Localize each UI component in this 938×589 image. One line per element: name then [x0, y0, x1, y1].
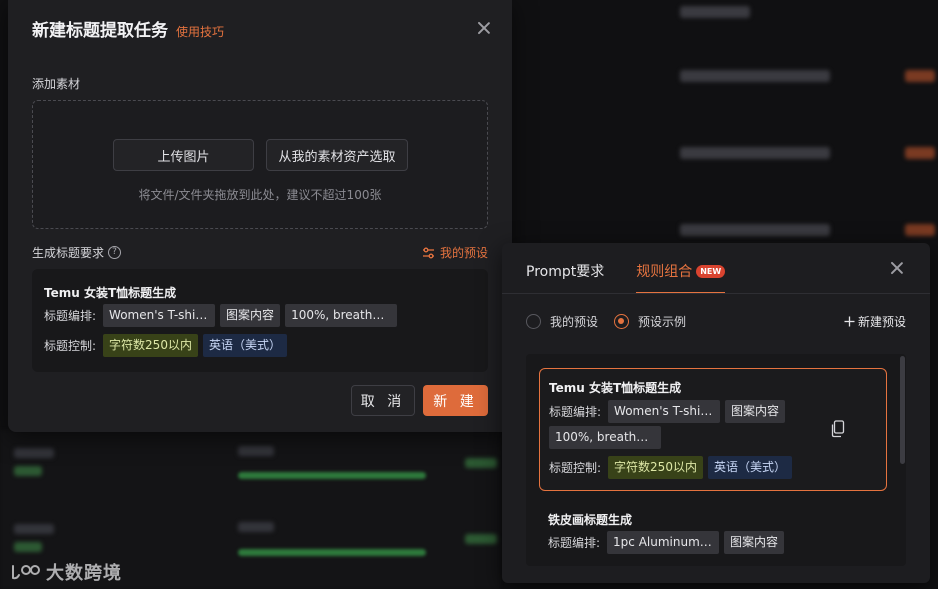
preset-layout-row: 标题编排: Women's T-shir... 图案内容: [549, 400, 786, 423]
bg-blur-cell: [465, 458, 497, 468]
bg-blur-cell: [14, 542, 42, 552]
app-stage: 大数跨境 新建标题提取任务 使用技巧 添加素材 上传图片 从我的素材资产选取 将…: [0, 0, 938, 589]
bg-blur-cell: [680, 224, 830, 236]
preset-layout-label: 标题编排:: [548, 536, 601, 550]
sliders-icon: [422, 247, 434, 258]
bg-blur-cell: [14, 466, 42, 476]
preset-card-title: Temu 女装T恤标题生成: [549, 381, 682, 395]
bg-blur-cell: [905, 147, 935, 159]
preset-list-scrollbar[interactable]: [900, 356, 905, 464]
layout-tag: Women's T-shir...: [608, 400, 721, 423]
bg-blur-cell: [14, 524, 54, 534]
requirements-row: 生成标题要求 ? 我的预设: [32, 244, 488, 261]
tab-rule-combo-label: 规则组合: [636, 264, 693, 280]
bg-blur-cell: [238, 522, 274, 532]
selected-rule-card: Temu 女装T恤标题生成 标题编排: Women's T-shir... 图案…: [32, 269, 488, 372]
create-button[interactable]: 新 建: [423, 385, 488, 416]
watermark-logo: 大数跨境: [10, 559, 122, 585]
tab-rule-combo[interactable]: 规则组合 NEW: [636, 261, 726, 294]
tab-prompt[interactable]: Prompt要求: [526, 261, 604, 294]
radio-my-presets[interactable]: 我的预设: [526, 313, 598, 330]
cancel-button[interactable]: 取 消: [351, 385, 415, 416]
upload-image-button[interactable]: 上传图片: [113, 139, 254, 171]
requirements-label: 生成标题要求: [32, 246, 105, 260]
requirements-heading: 生成标题要求 ?: [32, 244, 122, 261]
add-material-label: 添加素材: [32, 77, 81, 91]
preset-control-label: 标题控制:: [549, 461, 602, 475]
rule-card-title: Temu 女装T恤标题生成: [44, 286, 177, 300]
radio-circle[interactable]: [526, 314, 541, 329]
close-icon[interactable]: [888, 259, 906, 277]
my-presets-label: 我的预设: [439, 246, 488, 260]
bg-blur-bar: [238, 472, 426, 479]
layout-tag: 图案内容: [725, 400, 786, 423]
my-presets-link[interactable]: 我的预设: [422, 244, 488, 261]
new-preset-label: 新建预设: [857, 315, 906, 329]
drop-hint: 将文件/文件夹拖放到此处，建议不超过100张: [138, 188, 382, 202]
preset-list: Temu 女装T恤标题生成 标题编排: Women's T-shir... 图案…: [526, 354, 906, 566]
bg-blur-cell: [238, 446, 274, 456]
layout-tag: 100%, breatha...: [285, 304, 398, 327]
title-layout-label: 标题编排:: [44, 309, 97, 323]
close-icon[interactable]: [475, 19, 493, 37]
modal-header: 新建标题提取任务 使用技巧: [32, 16, 224, 41]
tab-divider: [502, 293, 930, 294]
layout-tag: Women's T-shir...: [103, 304, 216, 327]
bg-blur-cell: [14, 448, 54, 458]
preset-control-row: 标题控制: 字符数250以内 英语（美式）: [549, 456, 792, 479]
watermark-text: 大数跨境: [46, 563, 122, 584]
layout-tag: 图案内容: [724, 531, 785, 554]
bg-blur-cell: [680, 70, 830, 82]
layout-tag: 1pc Aluminum ...: [607, 531, 720, 554]
bg-blur-cell: [680, 6, 750, 18]
preset-card-selected[interactable]: Temu 女装T恤标题生成 标题编排: Women's T-shir... 图案…: [539, 368, 887, 491]
title-layout-row: 标题编排: Women's T-shir... 图案内容 100%, breat…: [44, 304, 398, 327]
plus-icon: [844, 316, 855, 327]
preset-source-radio-group: 我的预设 预设示例 新建预设: [526, 313, 906, 330]
layout-tag: 图案内容: [220, 304, 281, 327]
create-task-modal: 新建标题提取任务 使用技巧 添加素材 上传图片 从我的素材资产选取 将文件/文件…: [8, 0, 512, 432]
radio-examples[interactable]: 预设示例: [614, 313, 686, 330]
tab-prompt-label: Prompt要求: [526, 264, 605, 280]
bg-blur-cell: [905, 224, 935, 236]
modal-title: 新建标题提取任务: [32, 21, 168, 41]
panel-tabs: Prompt要求 规则组合 NEW: [526, 261, 726, 294]
copy-icon[interactable]: [830, 420, 846, 438]
preset-layout-label: 标题编排:: [549, 405, 602, 419]
preset-panel: Prompt要求 规则组合 NEW 我的预设 预设示例 新建预设 Temu 女装…: [502, 243, 930, 583]
preset-card-2[interactable]: 标题编排: 1pc Aluminum ... 图案内容: [548, 531, 785, 554]
new-badge: NEW: [696, 265, 726, 278]
control-tag: 字符数250以内: [103, 334, 198, 357]
control-tag: 英语（美式）: [202, 334, 287, 357]
bg-blur-cell: [905, 70, 935, 82]
tips-link[interactable]: 使用技巧: [176, 23, 224, 40]
brand-logo-icon: [12, 565, 40, 580]
radio-my-presets-label: 我的预设: [550, 315, 599, 329]
radio-circle-selected[interactable]: [614, 314, 630, 329]
control-tag: 字符数250以内: [608, 456, 703, 479]
bg-blur-bar: [238, 549, 426, 556]
title-control-row: 标题控制: 字符数250以内 英语（美式）: [44, 334, 287, 357]
preset-card-title: 铁皮画标题生成: [548, 513, 633, 527]
pick-from-assets-button[interactable]: 从我的素材资产选取: [266, 139, 408, 171]
bg-blur-cell: [465, 534, 497, 544]
control-tag: 英语（美式）: [707, 456, 792, 479]
new-preset-button[interactable]: 新建预设: [844, 313, 906, 330]
help-circle-icon[interactable]: ?: [108, 246, 122, 259]
title-control-label: 标题控制:: [44, 339, 97, 353]
upload-dropzone[interactable]: 上传图片 从我的素材资产选取 将文件/文件夹拖放到此处，建议不超过100张: [32, 100, 488, 229]
preset-layout-row-wrap: 100%, breatha...: [549, 426, 661, 449]
bg-blur-cell: [680, 147, 830, 159]
layout-tag: 100%, breatha...: [549, 426, 661, 449]
radio-examples-label: 预设示例: [638, 315, 687, 329]
